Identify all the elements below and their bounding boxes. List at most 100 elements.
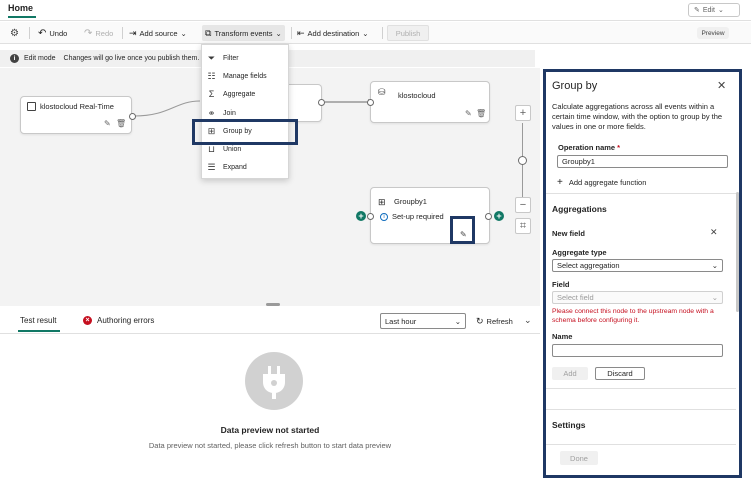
chevron-down-icon: ⌄ [711,261,718,270]
add-source-icon: ⇥ [129,27,137,38]
preview-label: Preview [701,29,725,37]
time-range-select[interactable]: Last hour ⌄ [380,313,466,329]
discard-button[interactable]: Discard [595,367,645,380]
database-icon: ⛁ [378,87,386,97]
add-button[interactable]: Add [552,367,588,380]
panel-scrollbar[interactable] [736,192,739,312]
output-port[interactable] [485,213,492,220]
menu-item-aggregate[interactable]: Σ Aggregate [206,86,256,102]
tab-authoring-errors-label: Authoring errors [97,316,155,325]
panel-splitter[interactable] [266,303,280,306]
edit-mode-message: Changes will go live once you publish th… [63,55,200,62]
error-icon: × [83,316,92,325]
menu-item-expand[interactable]: ☰ Expand [206,159,247,175]
chevron-down-icon[interactable]: ⌄ [524,315,532,326]
operation-name-input[interactable]: Groupby1 [557,155,728,168]
toolbar: ⚙ ↶ Undo ↷ Redo ⇥ Add source ⌄ ⧉ Transfo… [0,22,751,44]
menu-item-label: Aggregate [223,90,256,98]
publish-button[interactable]: Publish [387,25,429,41]
preview-button[interactable]: Preview [697,27,729,39]
edit-node-icon[interactable]: ✎ [465,109,472,118]
close-icon[interactable]: ✕ [717,79,726,92]
panel-divider [546,444,736,445]
output-port[interactable] [129,113,136,120]
edit-mode-button[interactable]: ✎ Edit ⌄ [688,3,740,17]
add-destination-label: Add destination [307,28,360,38]
source-node[interactable]: klostocloud Real-Time ✎ 🗑 [20,96,136,134]
panel-divider [546,409,736,410]
edit-icon-highlight [450,216,475,244]
field-label: Field [552,280,570,289]
operation-name-label: Operation name * [558,143,620,152]
eventstream-icon [27,102,36,111]
menu-item-label: Manage fields [223,72,267,80]
menu-item-label: Join [223,109,236,117]
transform-icon: ⧉ [205,27,212,38]
name-label: Name [552,332,573,341]
aggregate-type-select[interactable]: Select aggregation ⌄ [552,259,723,272]
field-select[interactable]: Select field ⌄ [552,291,723,304]
edit-node-icon[interactable]: ✎ [104,119,111,128]
add-source-button[interactable]: ⇥ Add source ⌄ [129,25,187,41]
group-by-highlight [192,119,298,145]
tab-authoring-errors[interactable]: × Authoring errors [83,316,154,325]
name-input[interactable] [552,344,723,357]
redo-button[interactable]: ↷ Redo [84,25,113,41]
groupby-node-title: Groupby1 [394,197,427,206]
menu-item-filter[interactable]: ⏷ Filter [206,50,239,66]
destination-node[interactable]: ⛁ klostocloud ✎ 🗑 [367,81,490,123]
plus-icon: + [557,177,563,188]
home-tab[interactable]: Home [8,3,33,13]
refresh-button[interactable]: ↻ Refresh [476,316,513,327]
union-icon: ⊔ [207,143,216,154]
add-aggregate-function-button[interactable]: + Add aggregate function [557,177,646,188]
done-button[interactable]: Done [560,451,598,465]
delete-node-icon[interactable]: 🗑 [476,109,486,118]
delete-node-icon[interactable]: 🗑 [116,119,126,128]
panel-title: Group by [552,80,598,92]
publish-label: Publish [395,28,421,38]
setup-status: i Set-up required [380,212,444,221]
add-destination-button[interactable]: ⇤ Add destination ⌄ [297,25,369,41]
add-button-label: Add [563,369,577,378]
time-range-value: Last hour [385,316,417,326]
zoom-in-button[interactable]: + [515,105,531,121]
zoom-slider-thumb[interactable] [518,156,527,165]
menu-item-label: Expand [223,163,247,171]
header-divider [0,20,751,21]
panel-description: Calculate aggregations across all events… [552,102,723,131]
toolbar-divider [382,27,383,39]
expand-icon: ☰ [207,161,216,172]
undo-icon: ↶ [38,27,47,39]
close-icon[interactable]: ✕ [710,227,718,238]
operation-name-label-text: Operation name [558,143,616,152]
refresh-icon: ↻ [476,316,484,326]
menu-item-label: Filter [223,54,239,62]
tab-test-result-underline [18,330,60,332]
aggregations-heading: Aggregations [552,204,607,214]
edit-label: Edit [702,6,715,14]
output-port[interactable] [318,99,325,106]
undo-button[interactable]: ↶ Undo [38,25,67,41]
input-port[interactable] [367,99,374,106]
refresh-label: Refresh [486,317,513,326]
zoom-out-button[interactable]: − [515,197,531,213]
tab-test-result[interactable]: Test result [20,316,56,325]
menu-item-manage-fields[interactable]: ☷ Manage fields [206,68,267,84]
join-icon: ⚭ [207,107,216,118]
info-icon: i [10,54,19,63]
filter-icon: ⏷ [207,52,216,63]
transform-events-button[interactable]: ⧉ Transform events ⌄ [202,25,285,41]
aggregate-type-label: Aggregate type [552,248,607,257]
add-after-node-button[interactable]: + [494,211,504,221]
add-before-node-button[interactable]: + [356,211,366,221]
plug-icon [263,366,285,399]
edit-mode-label: Edit mode [24,55,56,62]
info-icon: i [380,212,388,221]
chevron-down-icon: ⌄ [362,28,369,38]
settings-button[interactable]: ⚙ [10,25,19,41]
fit-to-screen-button[interactable]: ⌗ [515,218,531,234]
input-port[interactable] [367,213,374,220]
source-node-header: klostocloud Real-Time [27,102,114,111]
toolbar-divider [29,27,30,39]
